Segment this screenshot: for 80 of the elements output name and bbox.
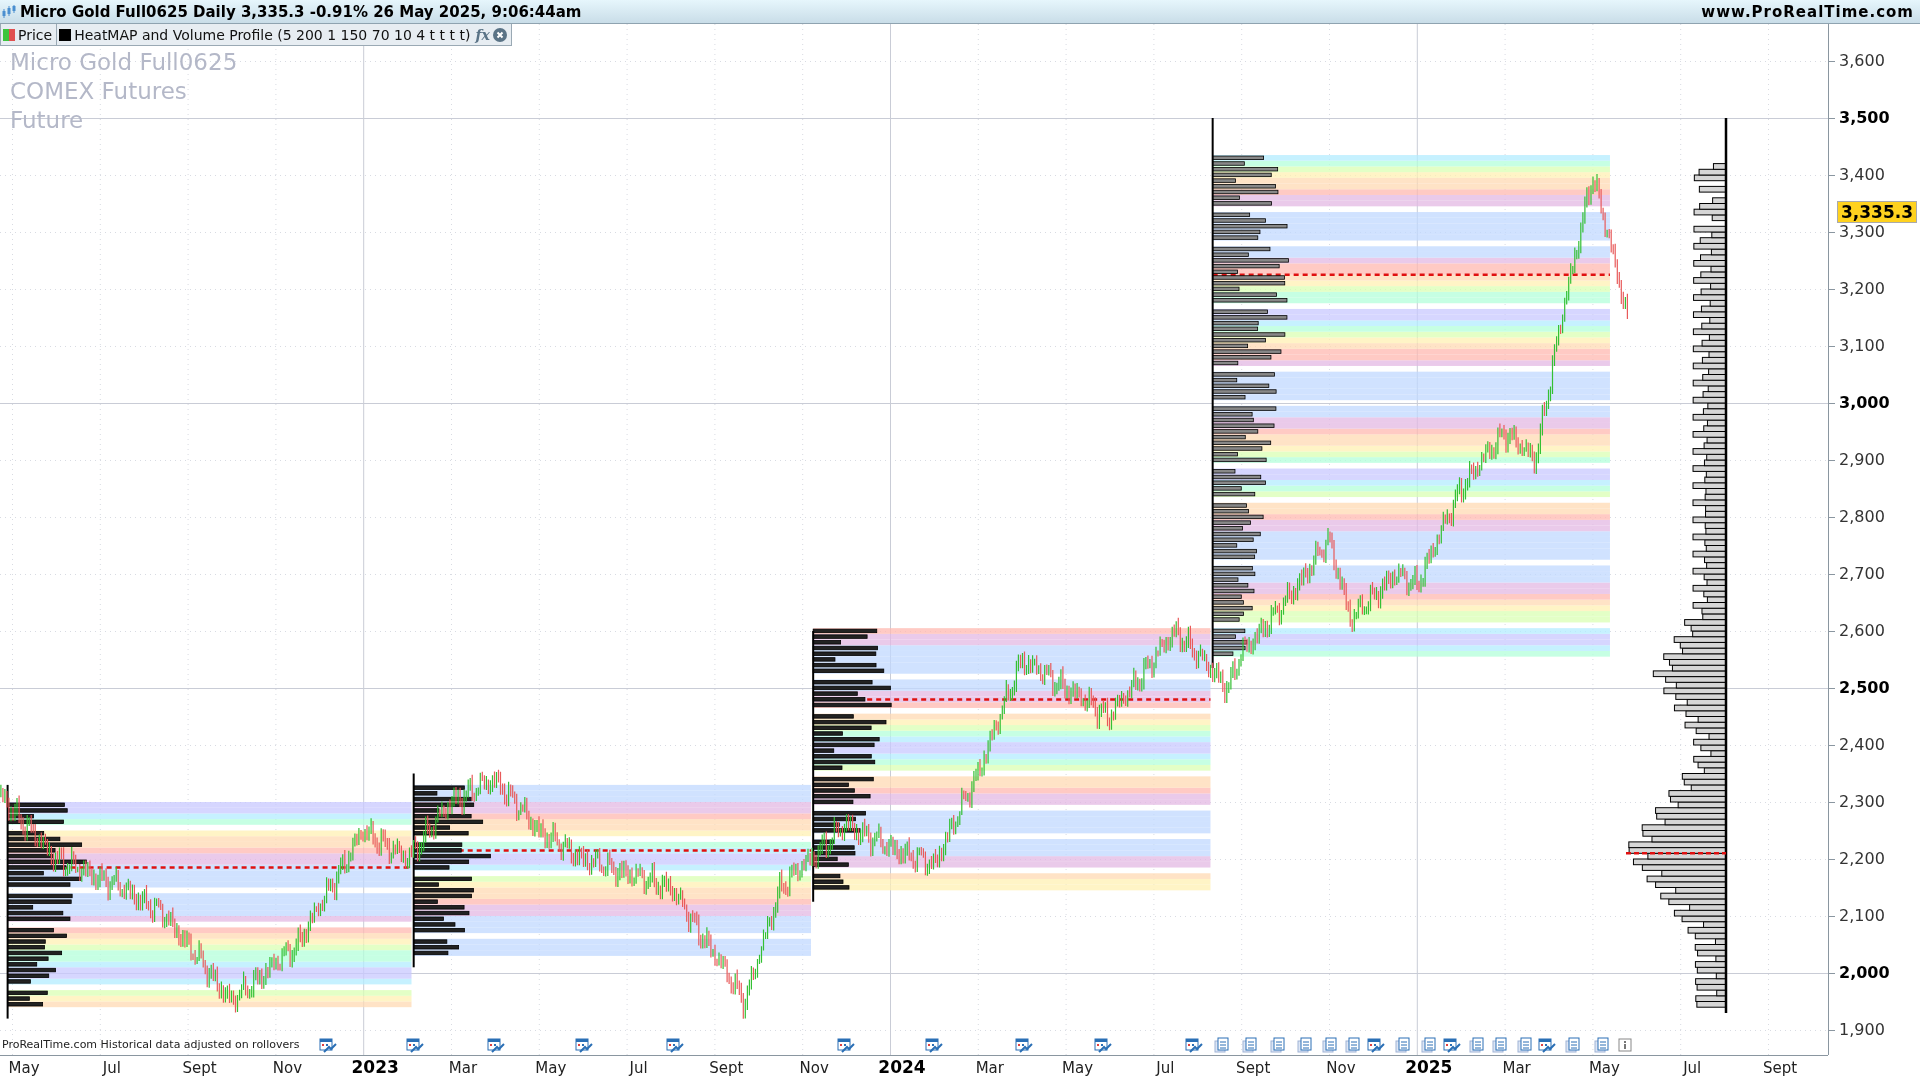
document-icon[interactable]: [1296, 1037, 1315, 1053]
document-icon[interactable]: [1241, 1037, 1260, 1053]
x-axis-label: Jul: [1683, 1059, 1702, 1077]
x-axis-label: Nov: [1326, 1059, 1356, 1077]
document-icon[interactable]: [1515, 1037, 1534, 1053]
close-icon[interactable]: [492, 27, 507, 42]
y-axis-label: 3,500: [1839, 109, 1890, 127]
document-icon[interactable]: [1564, 1037, 1583, 1053]
y-axis-label: 2,600: [1839, 622, 1885, 640]
calendar-chart-icon[interactable]: [406, 1037, 425, 1053]
y-axis-label: 2,300: [1839, 793, 1885, 811]
y-axis-label: 3,000: [1839, 394, 1890, 412]
x-axis-label: 2023: [351, 1057, 399, 1077]
y-axis-label: 2,200: [1839, 850, 1885, 868]
document-icon[interactable]: [1344, 1037, 1363, 1053]
calendar-chart-icon[interactable]: [1443, 1037, 1462, 1053]
calendar-chart-icon[interactable]: [319, 1037, 338, 1053]
y-axis-label: 2,800: [1839, 508, 1885, 526]
y-axis-label: 2,500: [1839, 679, 1890, 697]
x-axis-label: Nov: [272, 1059, 303, 1077]
x-axis-label: 2025: [1405, 1057, 1453, 1077]
price-color-swatch: [3, 28, 15, 41]
calendar-chart-icon[interactable]: [925, 1037, 944, 1053]
calendar-chart-icon[interactable]: [575, 1037, 594, 1053]
calendar-chart-icon[interactable]: [1367, 1037, 1386, 1053]
calendar-chart-icon[interactable]: [1537, 1037, 1556, 1053]
document-icon[interactable]: [1592, 1037, 1611, 1053]
x-axis-label: May: [1588, 1059, 1620, 1077]
x-axis-label: Sept: [1236, 1059, 1271, 1077]
x-axis-label: Jul: [629, 1059, 648, 1077]
y-axis-label: 3,300: [1839, 223, 1885, 241]
calendar-chart-icon[interactable]: [486, 1037, 505, 1053]
x-axis-label: Mar: [975, 1059, 1004, 1077]
document-icon[interactable]: [1394, 1037, 1413, 1053]
window-title: Micro Gold Full0625 Daily 3,335.3 -0.91% 26 May 2025, 9:06:44am: [20, 2, 582, 21]
y-axis-label: 2,100: [1839, 907, 1885, 925]
document-icon[interactable]: [1213, 1037, 1232, 1053]
y-axis-label: 3,400: [1839, 166, 1885, 184]
y-axis-label: 3,600: [1839, 52, 1885, 70]
x-axis-label: Nov: [799, 1059, 829, 1077]
calendar-chart-icon[interactable]: [665, 1037, 684, 1053]
x-axis-label: May: [8, 1059, 40, 1077]
x-axis-label: May: [1062, 1059, 1094, 1077]
y-axis-label: 3,100: [1839, 337, 1885, 355]
watermark-text: Future: [10, 106, 85, 135]
last-price-tag: 3,335.3: [1837, 200, 1918, 223]
document-icon[interactable]: [1491, 1037, 1509, 1053]
calendar-chart-icon[interactable]: [837, 1037, 856, 1053]
x-axis-label: Mar: [1502, 1059, 1531, 1077]
y-axis-label: 2,000: [1839, 964, 1890, 982]
candlestick-icon: [2, 3, 16, 20]
document-icon[interactable]: [1269, 1037, 1288, 1053]
indicator-color-swatch: [59, 28, 72, 41]
info-icon[interactable]: [1615, 1037, 1634, 1053]
y-axis-label: 2,700: [1839, 565, 1885, 583]
calendar-chart-icon[interactable]: [1094, 1037, 1113, 1053]
x-axis-label: Sept: [182, 1059, 217, 1077]
y-axis-label: 3,200: [1839, 280, 1885, 298]
document-icon[interactable]: [1320, 1037, 1339, 1053]
y-axis-label: 1,900: [1839, 1021, 1885, 1039]
watermark-text: COMEX Futures: [10, 77, 188, 106]
website-label: www.ProRealTime.com: [1701, 2, 1914, 21]
x-axis-label: Sept: [709, 1059, 744, 1077]
x-axis-label: Mar: [448, 1059, 478, 1077]
x-axis-label: Sept: [1762, 1059, 1798, 1077]
x-axis-label: 2024: [878, 1057, 926, 1077]
calendar-chart-icon[interactable]: [1184, 1037, 1203, 1053]
legend-item[interactable]: HeatMAP and Volume Profile (5 200 1 150 70 10 4 t t t t): [74, 26, 471, 43]
calendar-chart-icon[interactable]: [1014, 1037, 1033, 1053]
y-axis-label: 2,400: [1839, 736, 1885, 754]
document-icon[interactable]: [1420, 1037, 1438, 1053]
document-icon[interactable]: [1467, 1037, 1486, 1053]
watermark-text: Micro Gold Full0625: [10, 48, 238, 77]
footnote-text: ProRealTime.com Historical data adjusted on rollovers: [2, 1038, 300, 1051]
y-axis-label: 2,900: [1839, 451, 1885, 469]
x-axis-label: May: [535, 1059, 567, 1077]
x-axis-label: Jul: [1156, 1059, 1175, 1077]
formula-icon[interactable]: fx: [475, 26, 490, 43]
x-axis-label: Jul: [102, 1059, 121, 1077]
legend-item[interactable]: Price: [18, 26, 53, 43]
